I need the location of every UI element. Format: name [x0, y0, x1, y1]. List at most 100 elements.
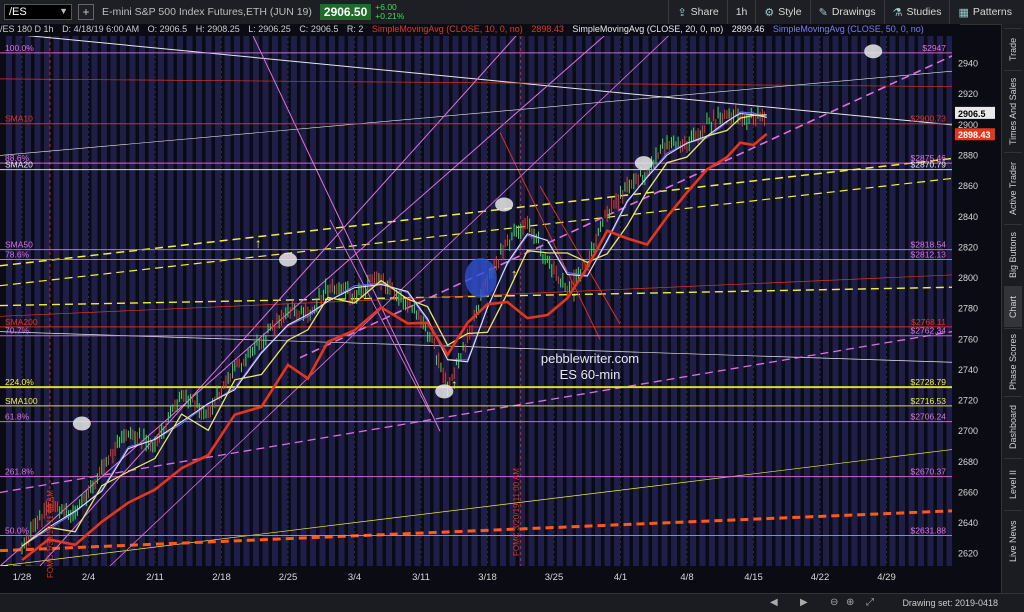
level-label: SMA10: [5, 114, 33, 124]
x-tick-label: 4/1: [614, 572, 627, 583]
level-price-label: $2818.54: [911, 240, 947, 250]
session-band: [481, 36, 487, 566]
session-band: [775, 36, 782, 566]
sidebar-tab-trade[interactable]: Trade: [1004, 28, 1022, 69]
studies-icon: ⚗: [892, 6, 903, 19]
session-band: [680, 36, 687, 566]
timeframe-button[interactable]: 1h: [726, 0, 756, 24]
x-tick-label: 3/25: [545, 572, 564, 583]
change-pct: +0.21%: [375, 11, 405, 21]
session-band: [690, 36, 696, 566]
style-icon: ⚙: [764, 6, 775, 19]
session-band: [319, 36, 326, 566]
session-band: [633, 36, 639, 566]
highlight-marker: [72, 416, 91, 431]
sidebar-tab-times-and-sales[interactable]: Times And Sales: [1004, 70, 1022, 151]
zoom-out-icon[interactable]: ⊖: [830, 597, 838, 608]
session-band: [813, 36, 820, 566]
watermark-site: pebblewriter.com: [541, 351, 639, 366]
fomc-label-march: FOMC 3/20/19 11:00 AM: [512, 468, 521, 556]
y-tick-label: 2820: [958, 242, 978, 252]
session-band: [310, 36, 316, 566]
sidebar-tab-active-trader[interactable]: Active Trader: [1004, 152, 1022, 223]
x-tick-label: 4/15: [744, 572, 763, 583]
y-tick-label: 2700: [958, 426, 978, 436]
info-sma10[interactable]: SimpleMovingAvg (CLOSE, 10, 0, no): [372, 24, 523, 34]
price-tag-label: 2898.43: [958, 130, 991, 140]
session-band: [91, 36, 98, 566]
info-sma50[interactable]: SimpleMovingAvg (CLOSE, 50, 0, no): [773, 24, 924, 34]
session-band: [120, 36, 126, 566]
fomc-label-jan: FOMC 1/30/19 11:00 AM: [46, 490, 55, 578]
session-band: [376, 36, 383, 566]
y-tick-label: 2680: [958, 457, 978, 467]
session-band: [699, 36, 706, 566]
level-price-label: $2812.13: [911, 249, 947, 259]
highlight-marker: [464, 258, 497, 299]
session-band: [462, 36, 468, 566]
x-tick-label: 2/25: [279, 572, 298, 583]
session-band: [196, 36, 202, 566]
session-band: [832, 36, 839, 566]
x-tick-label: 4/22: [811, 572, 830, 583]
scroll-right-icon[interactable]: ▶: [800, 597, 808, 608]
arrow-marker: ↑: [511, 266, 518, 281]
session-band: [82, 36, 88, 566]
session-band: [443, 36, 449, 566]
symbol-description: E-mini S&P 500 Index Futures,ETH (JUN 19…: [102, 6, 312, 18]
level-price-label: $2716.53: [911, 396, 947, 406]
sidebar-tab-level-ii[interactable]: Level II: [1004, 458, 1022, 509]
sidebar-tab-phase-scores[interactable]: Phase Scores: [1004, 328, 1022, 395]
drawing-set-label[interactable]: Drawing set: 2019-0418: [902, 598, 998, 608]
price-change: +6.00 +0.21%: [375, 3, 404, 21]
sidebar-tab-live-news[interactable]: Live News: [1004, 510, 1022, 571]
scroll-left-icon[interactable]: ◀: [770, 597, 778, 608]
chevron-down-icon[interactable]: ▼: [59, 6, 68, 16]
patterns-button[interactable]: ▦ Patterns: [949, 0, 1020, 24]
session-band: [281, 36, 288, 566]
y-tick-label: 2880: [958, 150, 978, 160]
drawings-label: Drawings: [831, 6, 876, 18]
patterns-icon: ▦: [958, 6, 969, 19]
studies-label: Studies: [906, 6, 942, 18]
zoom-in-icon[interactable]: ⊕: [846, 597, 854, 608]
x-tick-label: 3/11: [412, 572, 430, 583]
add-symbol-button[interactable]: +: [78, 4, 94, 20]
drawings-button[interactable]: ✎ Drawings: [809, 0, 884, 24]
session-band: [718, 36, 725, 566]
info-open: O: 2906.5: [147, 24, 188, 34]
x-tick-label: 3/18: [478, 572, 497, 583]
level-label: SMA50: [5, 240, 33, 250]
session-band: [899, 36, 905, 566]
info-range: R: 2: [346, 24, 364, 34]
share-button[interactable]: ⇪ Share: [668, 0, 726, 24]
price-chart[interactable]: 100.0% $2947SMA10 $2900.7388.6% $2875.46SMA…: [0, 36, 1002, 594]
level-price-label: $2706.24: [911, 412, 947, 422]
x-tick-label: 3/4: [348, 572, 361, 583]
style-button[interactable]: ⚙ Style: [755, 0, 809, 24]
studies-button[interactable]: ⚗ Studies: [883, 0, 950, 24]
level-price-label: $2762.34: [911, 326, 947, 336]
session-band: [794, 36, 801, 566]
sidebar-tab-big-buttons[interactable]: Big Buttons: [1004, 224, 1022, 285]
session-band: [167, 36, 174, 566]
sidebar-tab-chart[interactable]: Chart: [1004, 286, 1022, 327]
x-axis-background: [0, 566, 952, 594]
info-sma20[interactable]: SimpleMovingAvg (CLOSE, 20, 0, no): [572, 24, 723, 34]
level-label: SMA20: [5, 160, 33, 170]
sidebar-tab-dashboard[interactable]: Dashboard: [1004, 396, 1022, 457]
arrow-marker: ↑: [571, 289, 578, 304]
session-band: [595, 36, 601, 566]
symbol-input[interactable]: /ES ▼: [4, 4, 72, 20]
session-band: [804, 36, 810, 566]
session-band: [861, 36, 867, 566]
drawings-icon: ✎: [818, 6, 828, 19]
right-sidebar: Trade Times And Sales Active Trader Big But…: [1001, 24, 1024, 594]
level-label: 224.0%: [5, 377, 34, 387]
session-band: [661, 36, 668, 566]
level-label: 50.0%: [5, 526, 30, 536]
session-band: [842, 36, 848, 566]
session-band: [671, 36, 677, 566]
level-price-label: $2870.79: [911, 160, 947, 170]
fit-icon[interactable]: ⤢: [866, 597, 874, 608]
